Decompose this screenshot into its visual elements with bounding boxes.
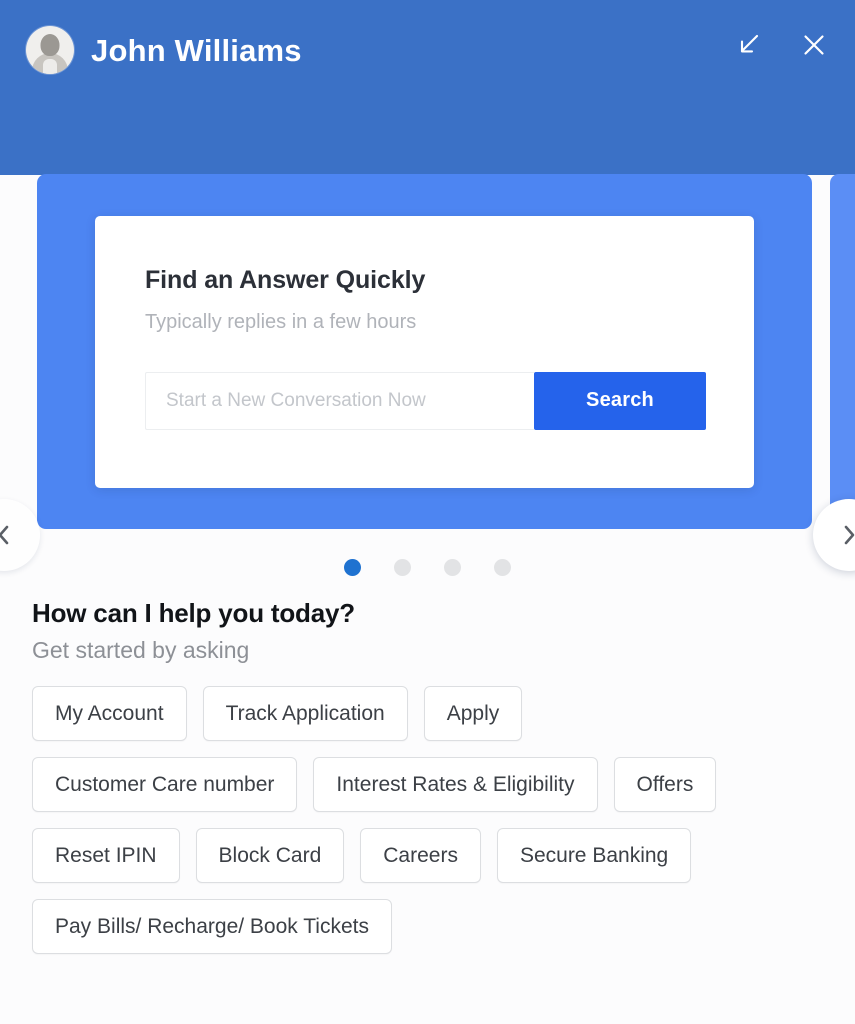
chip-row: Pay Bills/ Recharge/ Book Tickets bbox=[32, 899, 825, 954]
chip-customer-care-number[interactable]: Customer Care number bbox=[32, 757, 298, 812]
chevron-right-icon bbox=[839, 523, 855, 547]
chip-block-card[interactable]: Block Card bbox=[195, 828, 345, 883]
carousel-dot-4[interactable] bbox=[494, 559, 511, 576]
close-button[interactable] bbox=[795, 26, 833, 64]
chip-careers[interactable]: Careers bbox=[360, 828, 481, 883]
search-button[interactable]: Search bbox=[534, 371, 706, 430]
search-row: Search bbox=[145, 371, 706, 430]
chip-row: My Account Track Application Apply bbox=[32, 686, 825, 741]
prompts-title: How can I help you today? bbox=[32, 598, 355, 628]
chip-offers[interactable]: Offers bbox=[613, 757, 717, 812]
carousel-track: Find an Answer Quickly Typically replies… bbox=[0, 174, 855, 529]
arrow-down-left-icon bbox=[735, 32, 761, 58]
widget-header: John Williams bbox=[0, 0, 855, 175]
chip-reset-ipin[interactable]: Reset IPIN bbox=[32, 828, 180, 883]
card-subtitle: Typically replies in a few hours bbox=[145, 310, 417, 333]
quick-prompts-section: How can I help you today? Get started by… bbox=[0, 594, 855, 1024]
search-input[interactable] bbox=[145, 371, 534, 430]
chip-row: Reset IPIN Block Card Careers Secure Ban… bbox=[32, 828, 825, 883]
chip-my-account[interactable]: My Account bbox=[32, 686, 187, 741]
carousel-dot-1[interactable] bbox=[344, 559, 361, 576]
chip-row: Customer Care number Interest Rates & El… bbox=[32, 757, 825, 812]
carousel-slide-next[interactable] bbox=[830, 174, 855, 529]
carousel-slide-active: Find an Answer Quickly Typically replies… bbox=[37, 174, 812, 529]
header-identity: John Williams bbox=[26, 22, 829, 78]
avatar bbox=[26, 26, 74, 74]
prompts-subtitle: Get started by asking bbox=[32, 637, 250, 663]
close-x-icon bbox=[801, 32, 827, 58]
chevron-left-icon bbox=[0, 523, 14, 547]
header-actions bbox=[729, 26, 833, 64]
avatar-head-shape bbox=[40, 34, 60, 56]
chip-interest-rates-eligibility[interactable]: Interest Rates & Eligibility bbox=[313, 757, 598, 812]
minimize-button[interactable] bbox=[729, 26, 767, 64]
quick-reply-chips: My Account Track Application Apply Custo… bbox=[32, 686, 825, 954]
avatar-shirt-shape bbox=[43, 59, 57, 74]
chip-secure-banking[interactable]: Secure Banking bbox=[496, 828, 692, 883]
carousel-dots bbox=[0, 559, 855, 576]
page-title: John Williams bbox=[91, 32, 302, 68]
carousel: Find an Answer Quickly Typically replies… bbox=[0, 174, 855, 594]
find-answer-card: Find an Answer Quickly Typically replies… bbox=[95, 215, 754, 488]
card-title: Find an Answer Quickly bbox=[145, 265, 426, 294]
chat-widget: John Williams Find an Answer Quickly Typ… bbox=[0, 0, 855, 1024]
carousel-dot-2[interactable] bbox=[394, 559, 411, 576]
carousel-dot-3[interactable] bbox=[444, 559, 461, 576]
chip-apply[interactable]: Apply bbox=[423, 686, 523, 741]
chip-pay-bills-recharge-book-tickets[interactable]: Pay Bills/ Recharge/ Book Tickets bbox=[32, 899, 392, 954]
chip-track-application[interactable]: Track Application bbox=[202, 686, 408, 741]
